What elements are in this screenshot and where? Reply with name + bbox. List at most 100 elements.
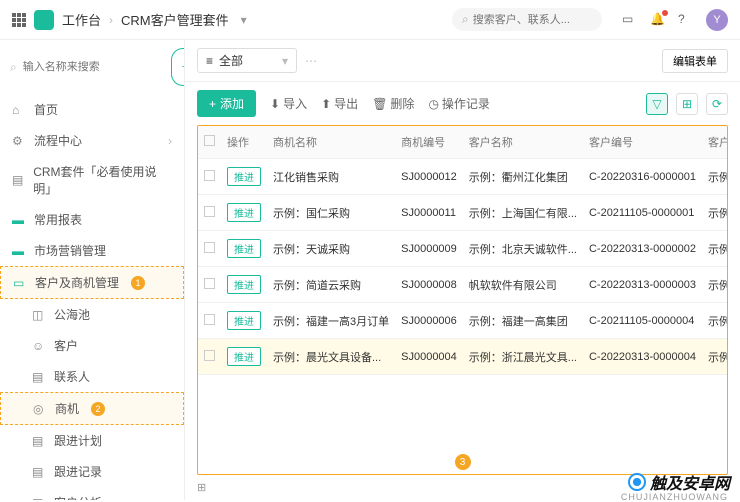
global-search[interactable]: ⌕ [452,8,602,31]
col-cust[interactable]: 客户名称 [463,126,583,159]
export-button[interactable]: ⬆导出 [321,95,358,112]
sidebar-item-reports[interactable]: ▬常用报表 [0,204,184,235]
promote-button[interactable]: 推进 [227,275,261,294]
sidebar-item-followup-plan[interactable]: ▤跟进计划 [0,425,184,456]
cell-contact: 示例：王倩 [702,195,728,231]
caret-down-icon[interactable]: ▾ [241,13,247,27]
record-icon: ▤ [32,465,46,479]
search-icon: ⌕ [10,60,17,75]
cell-cust-code: C-20220316-0000001 [583,159,702,195]
logo-icon [34,10,54,30]
watermark: 触及安卓网 [628,470,730,494]
checkbox[interactable] [204,314,215,325]
grid-icon[interactable]: ⊞ [197,481,206,494]
col-name[interactable]: 商机名称 [267,126,395,159]
filter-button[interactable]: ▽ [646,93,668,115]
new-button[interactable]: + 新建 [171,48,185,86]
checkbox[interactable] [204,350,215,361]
col-cust-code[interactable]: 客户编号 [583,126,702,159]
checkbox[interactable] [204,170,215,181]
sidebar-item-followup-record[interactable]: ▤跟进记录 [0,456,184,487]
contact-icon: ▤ [32,370,46,384]
badge-2: 2 [91,402,105,416]
cell-code: SJ0000008 [395,267,463,303]
add-button[interactable]: + 添加 [197,90,256,117]
cell-cust: 帆软软件有限公司 [463,267,583,303]
chart-icon: ◫ [32,496,46,501]
col-contact[interactable]: 客户联系人 [702,126,728,159]
cell-contact: 示例：李清海 [702,231,728,267]
app-menu-icon[interactable] [12,13,26,27]
import-button[interactable]: ⬇导入 [270,95,307,112]
promote-button[interactable]: 推进 [227,203,261,222]
pool-icon: ◫ [32,308,46,322]
checkbox[interactable] [204,242,215,253]
table-row[interactable]: 推进 示例：简道云采购 SJ0000008 帆软软件有限公司 C-2022031… [198,267,728,303]
list-icon: ≡ [206,54,213,68]
sidebar-item-pool[interactable]: ◫公海池 [0,299,184,330]
opportunity-icon: ◎ [33,402,47,416]
checkbox-all[interactable] [204,135,215,146]
badge-1: 1 [131,276,145,290]
promote-button[interactable]: 推进 [227,311,261,330]
col-action[interactable]: 操作 [221,126,267,159]
cell-contact: 示例：赵仁民 [702,159,728,195]
cell-contact: 示例：王立 [702,267,728,303]
cell-cust-code: C-20220313-0000002 [583,231,702,267]
flow-icon: ⚙ [12,134,26,148]
sidebar-item-customer[interactable]: ☺客户 [0,330,184,361]
checkbox[interactable] [204,278,215,289]
sidebar-item-customer-opportunity[interactable]: ▭客户及商机管理1 [0,266,184,299]
cell-name: 示例：福建一高3月订单 [267,303,395,339]
promote-button[interactable]: 推进 [227,167,261,186]
sidebar-search-input[interactable] [23,61,165,73]
cell-name: 示例：国仁采购 [267,195,395,231]
cell-name: 示例：天诚采购 [267,231,395,267]
sidebar-item-home[interactable]: ⌂首页 [0,94,184,125]
sidebar-item-customer-analysis[interactable]: ◫客户分析 [0,487,184,500]
chevron-right-icon: › [109,13,113,27]
delete-button[interactable]: 🗑删除 [372,95,414,112]
cell-cust: 示例：北京天诚软件... [463,231,583,267]
sidebar-item-workflow[interactable]: ⚙流程中心› [0,125,184,156]
badge-3: 3 [455,454,471,470]
col-code[interactable]: 商机编号 [395,126,463,159]
log-button[interactable]: ◷操作记录 [428,95,490,112]
refresh-button[interactable]: ⟳ [706,93,728,115]
cell-cust-code: C-20211105-0000001 [583,195,702,231]
notebook-icon[interactable]: ▭ [622,12,638,28]
edit-form-button[interactable]: 编辑表单 [662,49,728,73]
more-icon[interactable]: ⋯ [305,54,317,68]
bell-icon[interactable]: 🔔 [650,12,666,28]
cell-code: SJ0000009 [395,231,463,267]
promote-button[interactable]: 推进 [227,347,261,366]
breadcrumb-workspace[interactable]: 工作台 [62,10,101,29]
table-row[interactable]: 推进 示例：福建一高3月订单 SJ0000006 示例：福建一高集团 C-202… [198,303,728,339]
sidebar-item-contact[interactable]: ▤联系人 [0,361,184,392]
table-row[interactable]: 推进 示例：国仁采购 SJ0000011 示例：上海国仁有限... C-2021… [198,195,728,231]
table-row[interactable]: 推进 示例：天诚采购 SJ0000009 示例：北京天诚软件... C-2022… [198,231,728,267]
cell-cust: 示例：衢州江化集团 [463,159,583,195]
cell-name: 示例：晨光文具设备... [267,339,395,375]
table-row[interactable]: 推进 江化销售采购 SJ0000012 示例：衢州江化集团 C-20220316… [198,159,728,195]
sidebar-item-marketing[interactable]: ▬市场营销管理 [0,235,184,266]
breadcrumb-suite[interactable]: CRM客户管理套件 [121,10,229,29]
plan-icon: ▤ [32,434,46,448]
avatar[interactable]: Y [706,9,728,31]
watermark-logo-icon [628,473,646,491]
sidebar-item-suite-doc[interactable]: ▤CRM套件「必看使用说明」 [0,156,184,204]
doc-icon: ▤ [12,173,25,187]
cell-cust: 示例：浙江晨光文具... [463,339,583,375]
cell-contact: 示例：刘晨 [702,339,728,375]
clock-icon: ◷ [428,97,438,111]
promote-button[interactable]: 推进 [227,239,261,258]
checkbox[interactable] [204,206,215,217]
search-input[interactable] [473,14,592,26]
cell-code: SJ0000012 [395,159,463,195]
sidebar-item-opportunity[interactable]: ◎商机2 [0,392,184,425]
table-row[interactable]: 推进 示例：晨光文具设备... SJ0000004 示例：浙江晨光文具... C… [198,339,728,375]
cell-cust-code: C-20220313-0000004 [583,339,702,375]
help-icon[interactable]: ? [678,12,694,28]
view-selector[interactable]: ≡ 全部 ▾ [197,48,297,73]
column-settings-button[interactable]: ⊞ [676,93,698,115]
